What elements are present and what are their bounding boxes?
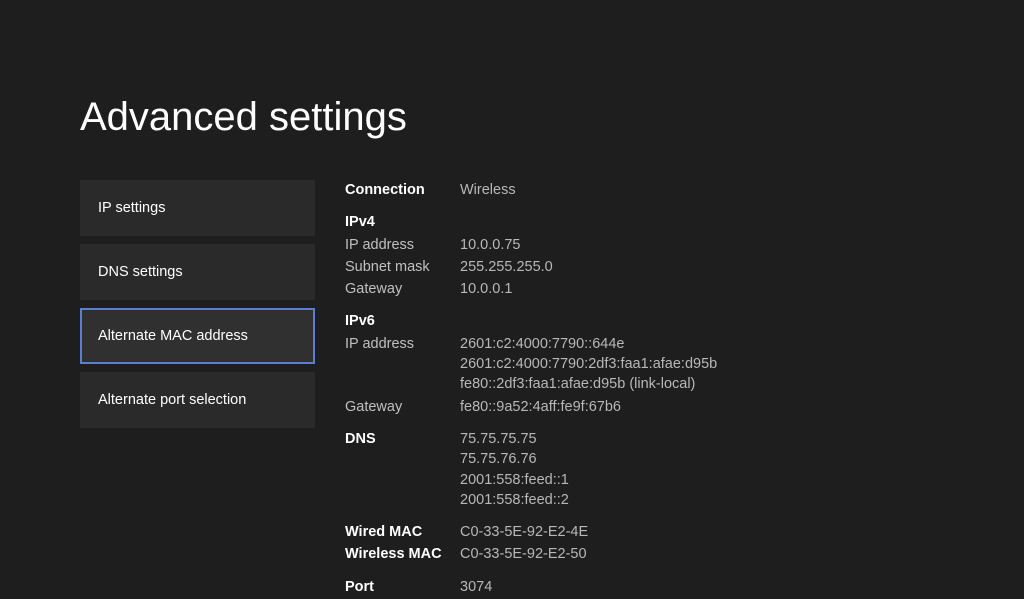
page-title: Advanced settings xyxy=(80,0,944,180)
wireless-mac-label: Wireless MAC xyxy=(345,544,460,564)
dns-value-2: 2001:558:feed::1 xyxy=(460,470,569,490)
ipv6-ip-label: IP address xyxy=(345,334,460,395)
ipv6-ip-value-1: 2601:c2:4000:7790:2df3:faa1:afae:d95b xyxy=(460,354,717,374)
content-area: IP settings DNS settings Alternate MAC a… xyxy=(80,180,944,599)
ipv4-ip-label: IP address xyxy=(345,235,460,255)
ipv4-subnet-label: Subnet mask xyxy=(345,257,460,277)
dns-value-1: 75.75.76.76 xyxy=(460,449,569,469)
wireless-mac-value: C0-33-5E-92-E2-50 xyxy=(460,544,587,564)
ipv6-header: IPv6 xyxy=(345,311,460,331)
ipv6-gateway-value: fe80::9a52:4aff:fe9f:67b6 xyxy=(460,397,621,417)
port-label: Port xyxy=(345,577,460,597)
dns-header: DNS xyxy=(345,429,460,510)
ipv4-gateway-value: 10.0.0.1 xyxy=(460,279,512,299)
ipv6-ip-value-2: fe80::2df3:faa1:afae:d95b (link-local) xyxy=(460,374,717,394)
ipv6-gateway-label: Gateway xyxy=(345,397,460,417)
wired-mac-value: C0-33-5E-92-E2-4E xyxy=(460,522,588,542)
ipv6-ip-values: 2601:c2:4000:7790::644e 2601:c2:4000:779… xyxy=(460,334,717,395)
menu-item-dns-settings[interactable]: DNS settings xyxy=(80,244,315,300)
menu-item-alternate-mac[interactable]: Alternate MAC address xyxy=(80,308,315,364)
ipv4-gateway-label: Gateway xyxy=(345,279,460,299)
menu-item-alternate-port[interactable]: Alternate port selection xyxy=(80,372,315,428)
connection-label: Connection xyxy=(345,180,460,200)
dns-value-3: 2001:558:feed::2 xyxy=(460,490,569,510)
wired-mac-label: Wired MAC xyxy=(345,522,460,542)
port-value: 3074 xyxy=(460,577,492,597)
ipv4-subnet-value: 255.255.255.0 xyxy=(460,257,553,277)
network-details: Connection Wireless IPv4 IP address 10.0… xyxy=(345,180,944,599)
menu-item-ip-settings[interactable]: IP settings xyxy=(80,180,315,236)
settings-menu: IP settings DNS settings Alternate MAC a… xyxy=(80,180,315,599)
ipv4-ip-value: 10.0.0.75 xyxy=(460,235,520,255)
connection-value: Wireless xyxy=(460,180,516,200)
dns-value-0: 75.75.75.75 xyxy=(460,429,569,449)
ipv4-header: IPv4 xyxy=(345,212,460,232)
dns-values: 75.75.75.75 75.75.76.76 2001:558:feed::1… xyxy=(460,429,569,510)
ipv6-ip-value-0: 2601:c2:4000:7790::644e xyxy=(460,334,717,354)
